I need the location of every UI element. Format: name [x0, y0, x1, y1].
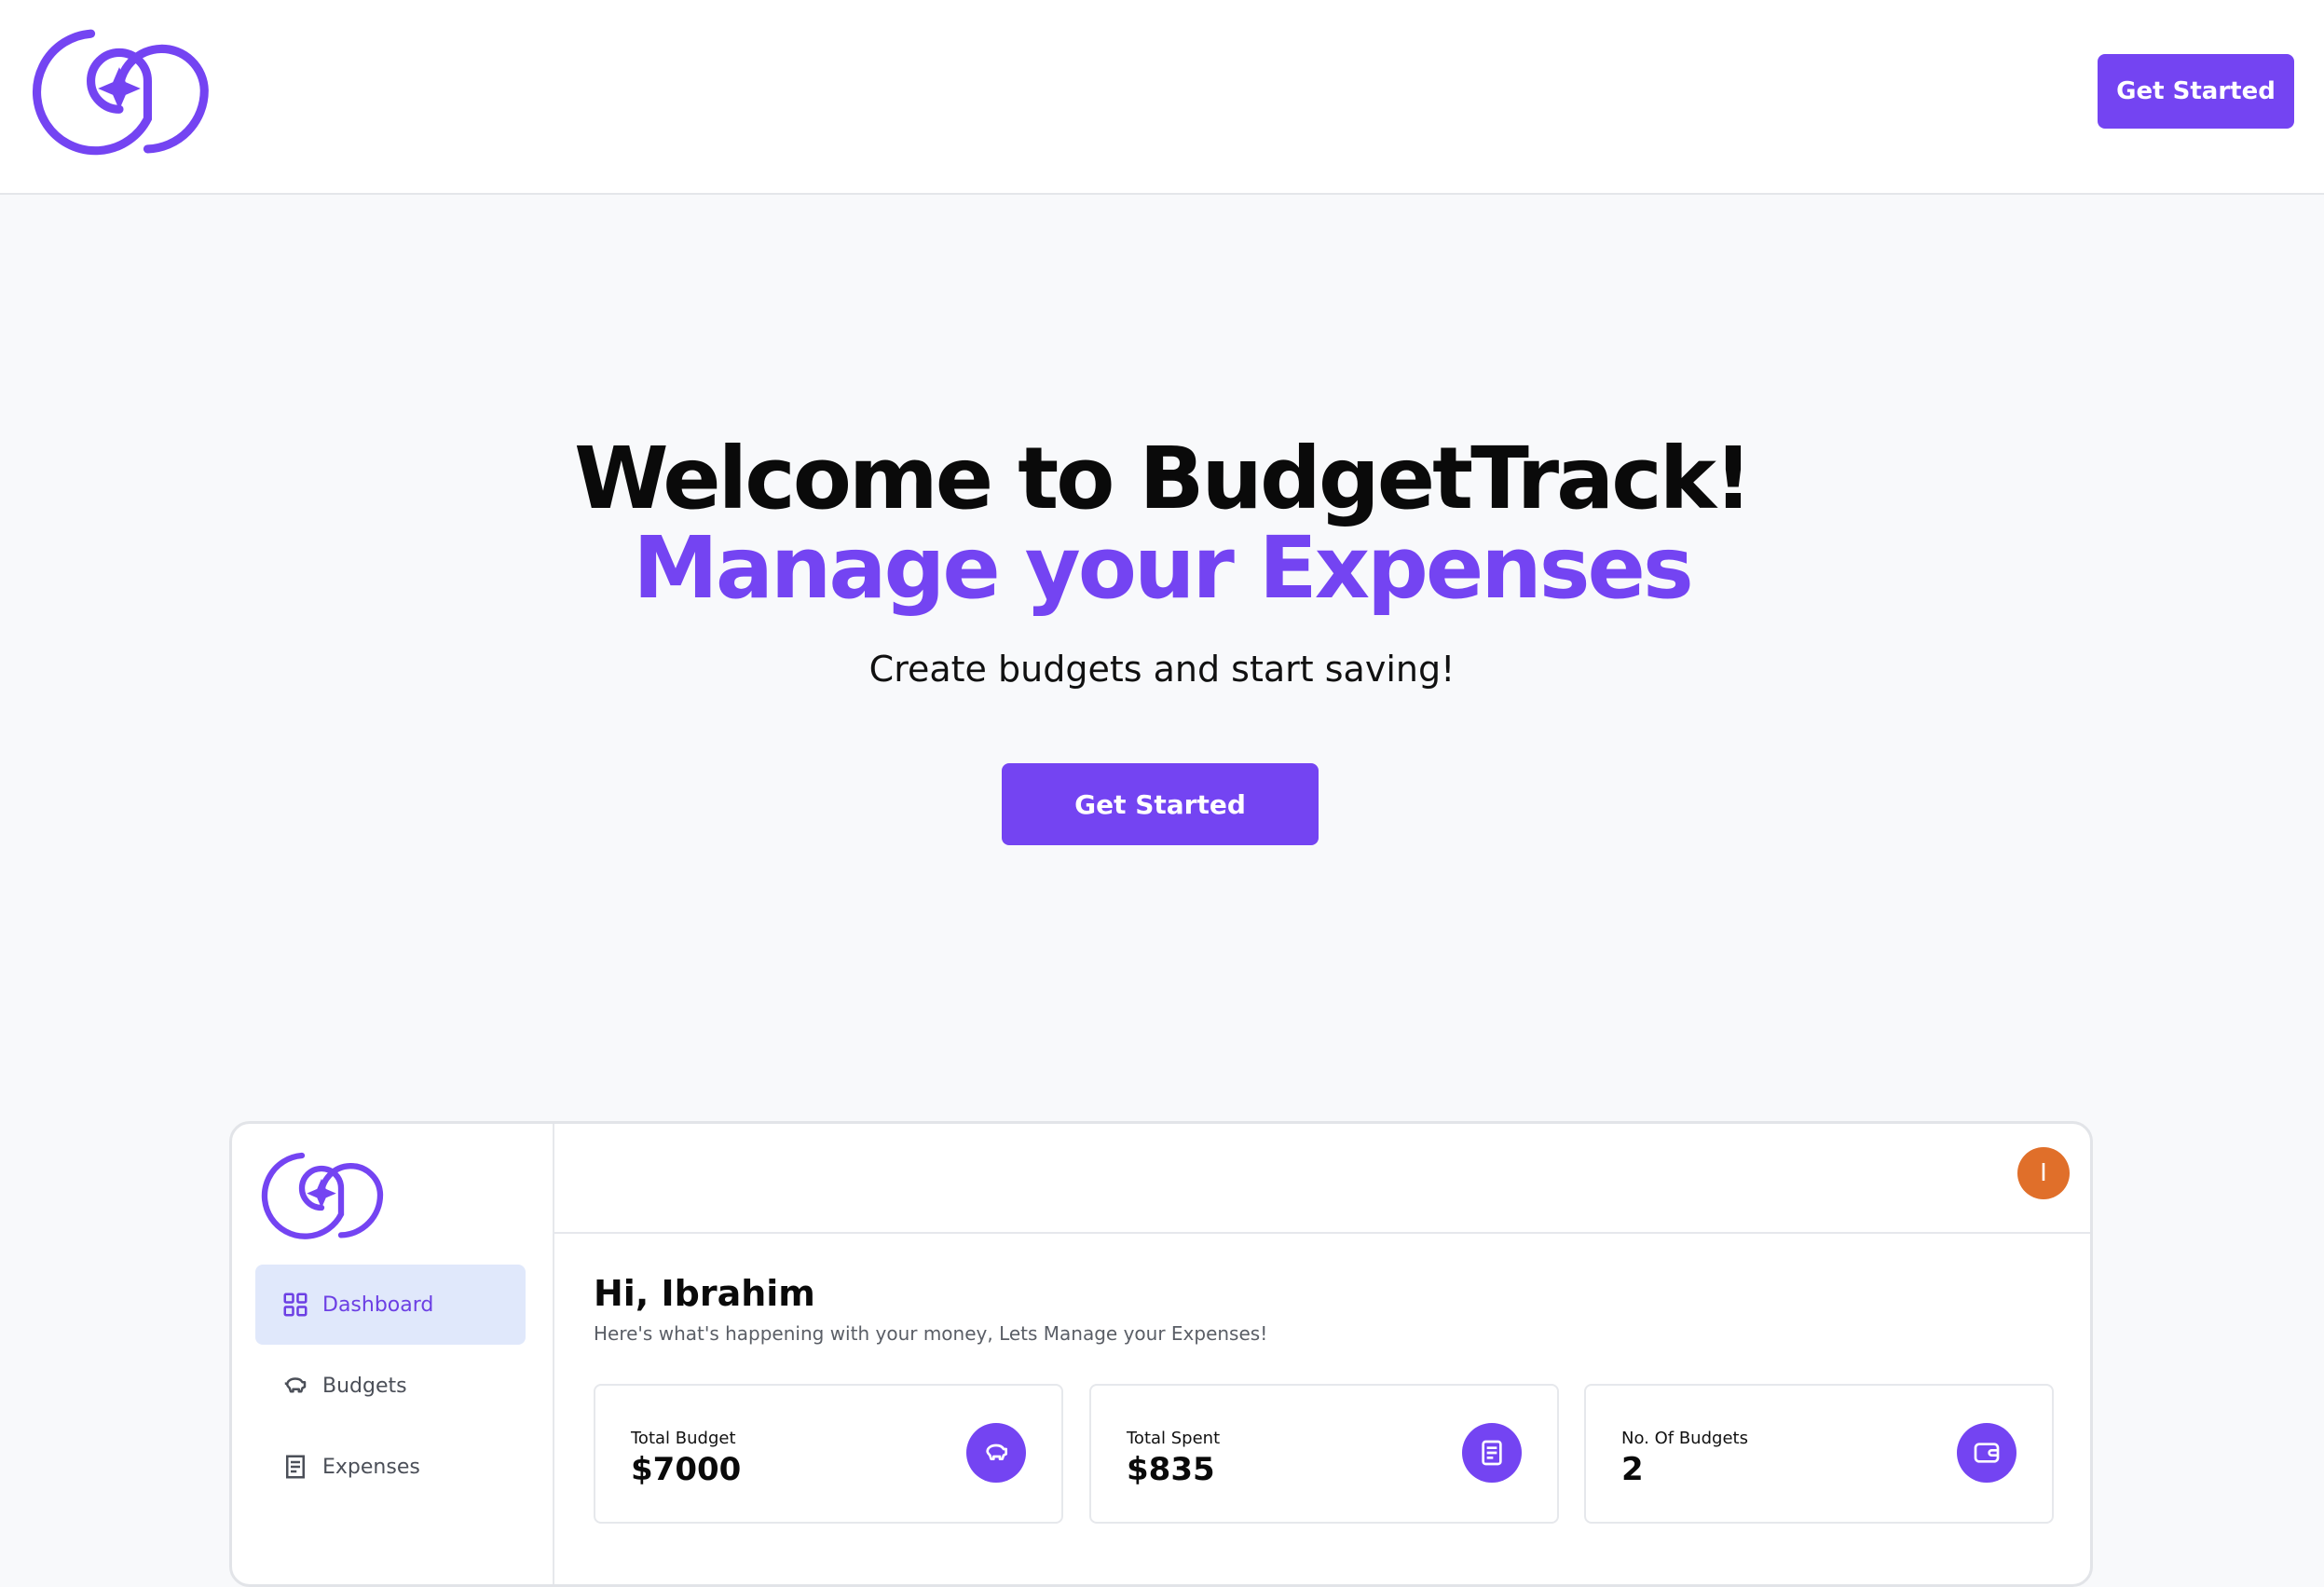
budgettrack-logo-icon[interactable]	[256, 1148, 387, 1241]
hero-title-accent: Manage your Expenses	[633, 518, 1693, 618]
piggy-bank-icon	[966, 1423, 1026, 1483]
greeting-subtitle: Here's what's happening with your money,…	[594, 1322, 1268, 1345]
card-label: Total Spent	[1127, 1429, 1221, 1448]
card-label: Total Budget	[631, 1429, 736, 1448]
sidebar-item-label: Budgets	[322, 1374, 407, 1398]
sidebar-item-label: Expenses	[322, 1455, 420, 1479]
sidebar-item-label: Dashboard	[322, 1293, 434, 1317]
greeting-title: Hi, Ibrahim	[594, 1273, 815, 1314]
top-navbar: Get Started	[0, 0, 2324, 195]
dashboard-preview: Dashboard Budgets Expenses I Hi, Ibrahim…	[229, 1121, 2093, 1587]
stat-card-total-spent: Total Spent $835	[1089, 1384, 1559, 1524]
sidebar-item-expenses[interactable]: Expenses	[255, 1427, 526, 1507]
budgettrack-logo-icon[interactable]	[24, 24, 214, 157]
card-value: 2	[1621, 1451, 1644, 1488]
receipt-icon	[281, 1453, 309, 1481]
hero-title: Welcome to BudgetTrack!	[574, 429, 1753, 528]
preview-header: I	[554, 1124, 2090, 1234]
get-started-button-nav[interactable]: Get Started	[2098, 54, 2294, 129]
receipt-icon	[1462, 1423, 1522, 1483]
hero-subtitle: Create budgets and start saving!	[868, 649, 1456, 690]
sidebar-item-budgets[interactable]: Budgets	[255, 1346, 526, 1426]
preview-sidebar: Dashboard Budgets Expenses	[232, 1124, 554, 1584]
card-value: $7000	[631, 1451, 742, 1488]
card-label: No. Of Budgets	[1621, 1429, 1748, 1448]
wallet-icon	[1957, 1423, 2016, 1483]
card-value: $835	[1127, 1451, 1215, 1488]
stat-card-total-budget: Total Budget $7000	[594, 1384, 1063, 1524]
avatar[interactable]: I	[2017, 1147, 2070, 1199]
stat-card-budget-count: No. Of Budgets 2	[1584, 1384, 2054, 1524]
get-started-button-hero[interactable]: Get Started	[1002, 763, 1319, 845]
sidebar-item-dashboard[interactable]: Dashboard	[255, 1265, 526, 1345]
piggy-bank-icon	[281, 1372, 309, 1400]
grid-icon	[281, 1291, 309, 1319]
